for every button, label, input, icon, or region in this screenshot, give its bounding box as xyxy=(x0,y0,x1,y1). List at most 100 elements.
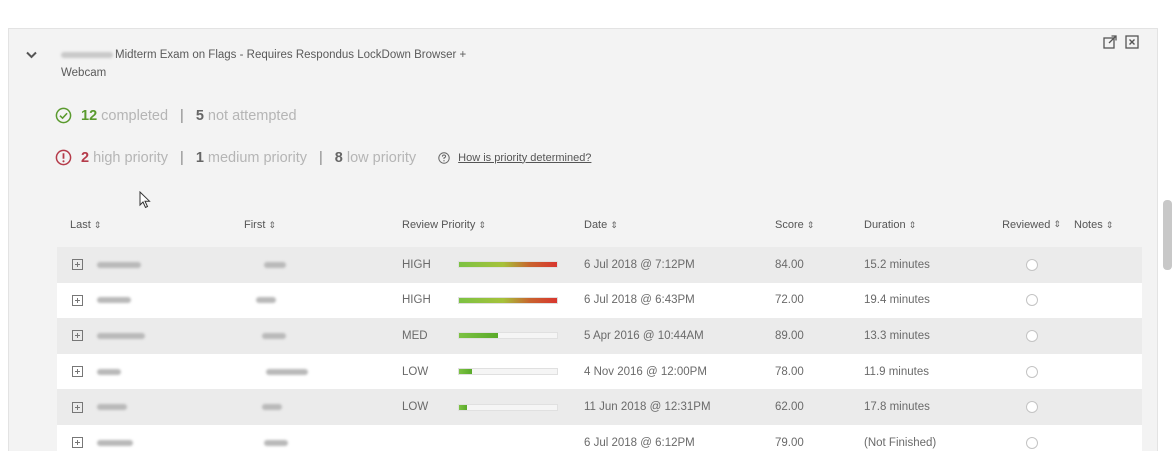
table-row[interactable]: LOW 11 Jun 2018 @ 12:31PM 62.00 17.8 minute… xyxy=(57,389,1142,425)
priority-help-text[interactable]: How is priority determined? xyxy=(458,152,591,164)
redacted-last-name xyxy=(97,332,145,339)
medium-priority-count: 1 xyxy=(195,149,204,166)
priority-help-link[interactable]: How is priority determined? xyxy=(438,152,591,164)
expand-row-cell xyxy=(57,366,97,378)
plus-box-icon[interactable] xyxy=(71,366,83,378)
review-priority-cell: LOW xyxy=(402,401,584,413)
first-name-cell xyxy=(244,401,402,413)
exam-title: Midterm Exam on Flags - Requires Respond… xyxy=(61,46,621,82)
plus-box-icon[interactable] xyxy=(71,259,83,271)
priority-bar-fill xyxy=(459,369,472,375)
sort-icon: ⇕ xyxy=(908,220,917,230)
redacted-course-name xyxy=(61,51,113,58)
exam-title-line2: Webcam xyxy=(61,67,107,79)
review-priority-cell: HIGH xyxy=(402,294,584,306)
first-name-cell xyxy=(244,330,402,342)
plus-box-icon[interactable] xyxy=(71,330,83,342)
priority-label: HIGH xyxy=(402,294,431,307)
review-priority-cell: MED xyxy=(402,330,584,342)
question-circle-icon xyxy=(438,151,450,164)
redacted-last-name xyxy=(97,297,131,304)
duration-cell: (Not Finished) xyxy=(864,436,937,449)
not-attempted-count: 5 xyxy=(195,107,204,124)
table-row[interactable]: LOW 4 Nov 2016 @ 12:00PM 78.00 11.9 minutes xyxy=(57,353,1142,390)
first-name-cell xyxy=(244,437,402,449)
expand-row-cell xyxy=(57,259,97,271)
sort-icon: ⇕ xyxy=(268,220,276,230)
score-cell: 84.00 xyxy=(775,258,804,271)
priority-label: MED xyxy=(402,329,428,342)
reviewed-radio[interactable] xyxy=(1025,294,1038,307)
table-row[interactable]: MED 5 Apr 2016 @ 10:44AM 89.00 13.3 minutes xyxy=(57,318,1142,354)
priority-label: LOW xyxy=(402,401,429,414)
exam-review-panel: Midterm Exam on Flags - Requires Respond… xyxy=(8,28,1158,451)
separator: | xyxy=(319,149,323,166)
priority-bar xyxy=(458,368,558,376)
first-name-cell xyxy=(244,294,402,306)
duration-cell: 17.8 minutes xyxy=(864,401,930,414)
expand-row-cell xyxy=(57,330,97,342)
header-last[interactable]: Last ⇕ xyxy=(57,219,244,231)
date-cell: 6 Jul 2018 @ 7:12PM xyxy=(584,258,695,271)
expand-row-cell xyxy=(57,294,97,306)
header-date[interactable]: Date ⇕ xyxy=(584,219,775,231)
reviewed-radio[interactable] xyxy=(1025,329,1038,342)
sort-icon: ⇕ xyxy=(478,219,486,230)
redacted-first-name xyxy=(262,404,282,411)
plus-box-icon[interactable] xyxy=(71,294,83,306)
header-notes[interactable]: Notes ⇕ xyxy=(1074,219,1142,231)
table-row[interactable]: HIGH 6 Jul 2018 @ 6:43PM 72.00 19.4 minutes xyxy=(57,282,1142,319)
results-table: Last ⇕ First ⇕ Review Priority ⇕ Date ⇕ Scor… xyxy=(57,203,1142,451)
reviewed-radio[interactable] xyxy=(1025,401,1038,414)
priority-bar-fill xyxy=(459,404,467,410)
header-reviewed[interactable]: Reviewed ⇕ xyxy=(989,219,1074,231)
header-review-priority[interactable]: Review Priority ⇕ xyxy=(402,219,584,231)
redacted-last-name xyxy=(97,261,141,268)
priority-bar xyxy=(458,296,558,304)
header-score[interactable]: Score ⇕ xyxy=(775,219,864,231)
reviewed-cell xyxy=(989,365,1074,378)
scrollbar-thumb[interactable] xyxy=(1163,200,1172,270)
external-link-icon[interactable] xyxy=(1103,35,1117,49)
priority-summary: 2 high priority | 1 medium priority | 8 … xyxy=(55,149,591,166)
low-priority-label: low priority xyxy=(346,149,417,166)
low-priority-count: 8 xyxy=(334,149,343,166)
last-name-cell xyxy=(97,366,244,378)
completed-count: 12 xyxy=(81,107,98,124)
priority-bar-fill xyxy=(459,262,557,268)
header-first[interactable]: First ⇕ xyxy=(244,219,402,231)
reviewed-cell xyxy=(989,294,1074,307)
priority-bar xyxy=(458,403,558,411)
close-box-icon[interactable] xyxy=(1125,35,1139,49)
completed-label: completed xyxy=(101,107,169,124)
exclamation-circle-icon xyxy=(55,149,72,166)
table-row[interactable]: HIGH 6 Jul 2018 @ 7:12PM 84.00 15.2 minutes xyxy=(57,247,1142,283)
score-cell: 89.00 xyxy=(775,329,804,342)
header-duration[interactable]: Duration ⇕ xyxy=(864,219,989,231)
expand-row-cell xyxy=(57,401,97,413)
duration-cell: 15.2 minutes xyxy=(864,258,930,271)
score-cell: 78.00 xyxy=(775,365,804,378)
exam-title-text: Midterm Exam on Flags - Requires Respond… xyxy=(115,49,467,61)
reviewed-radio[interactable] xyxy=(1025,258,1038,271)
sort-icon: ⇕ xyxy=(806,220,815,230)
reviewed-cell xyxy=(989,436,1074,449)
reviewed-radio[interactable] xyxy=(1025,365,1038,378)
redacted-first-name xyxy=(256,297,276,304)
duration-cell: 11.9 minutes xyxy=(864,365,929,378)
chevron-down-icon[interactable] xyxy=(24,48,38,62)
sort-icon: ⇕ xyxy=(610,220,618,230)
table-row[interactable]: 6 Jul 2018 @ 6:12PM 79.00 (Not Finished) xyxy=(57,424,1142,451)
reviewed-radio[interactable] xyxy=(1025,436,1038,449)
priority-bar xyxy=(458,332,558,340)
check-circle-icon xyxy=(55,107,72,124)
redacted-first-name xyxy=(266,368,308,375)
priority-label: LOW xyxy=(402,365,429,378)
last-name-cell xyxy=(97,401,244,413)
priority-bar-fill xyxy=(459,333,499,339)
redacted-first-name xyxy=(262,332,286,339)
plus-box-icon[interactable] xyxy=(71,401,83,413)
plus-box-icon[interactable] xyxy=(71,437,83,449)
table-header: Last ⇕ First ⇕ Review Priority ⇕ Date ⇕ Scor… xyxy=(57,203,1142,247)
redacted-last-name xyxy=(97,368,121,375)
